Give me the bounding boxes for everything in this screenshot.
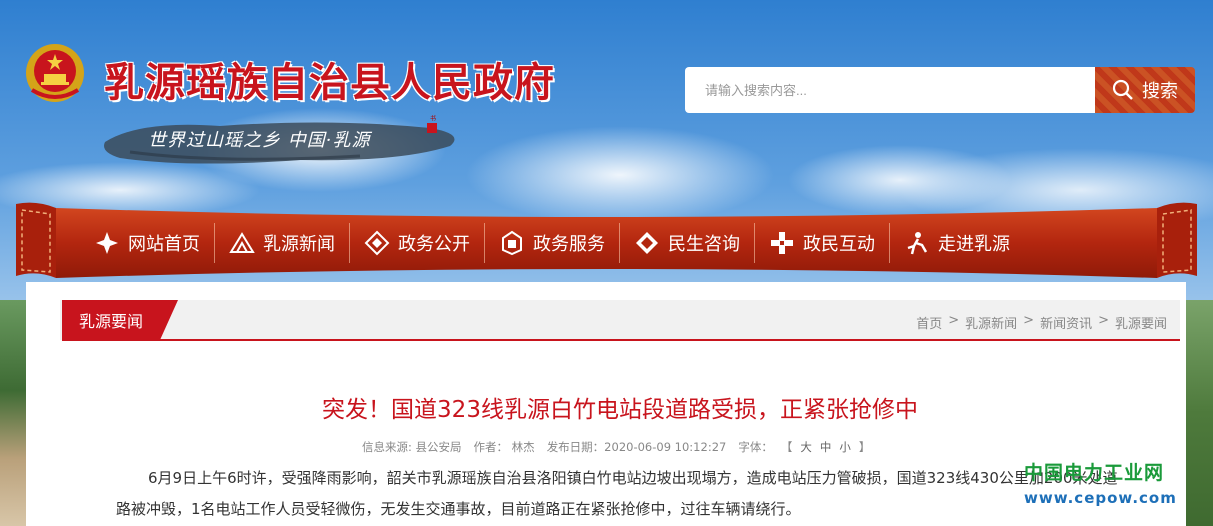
font-size-label: 字体： — [738, 440, 773, 454]
breadcrumb: 首页 > 乳源新闻 > 新闻资讯 > 乳源要闻 — [916, 313, 1167, 332]
slogan: 世界过山瑶之乡 中国·乳源 — [148, 130, 371, 151]
nav-item-gov-service[interactable]: 政务服务 — [485, 221, 619, 265]
nav-item-home[interactable]: 网站首页 — [80, 221, 214, 265]
article-meta: 信息来源: 县公安局 作者： 林杰 发布日期：2020-06-09 10:12:… — [362, 439, 870, 455]
article-title: 突发！国道323线乳源白竹电站段道路受损，正紧张抢修中 — [322, 397, 918, 423]
nav-item-gov-open[interactable]: 政务公开 — [350, 221, 484, 265]
seal-stamp: 书 — [424, 115, 440, 159]
breadcrumb-home[interactable]: 首页 — [916, 313, 942, 332]
article-date: 发布日期：2020-06-09 10:12:27 — [546, 440, 727, 454]
search-icon — [1112, 79, 1133, 100]
font-size-medium-button[interactable]: 中 — [820, 439, 832, 455]
breadcrumb-current[interactable]: 乳源要闻 — [1115, 313, 1167, 332]
section-tab-tail — [160, 300, 178, 340]
interact-pattern-icon — [771, 232, 793, 254]
font-size-small-button[interactable]: 小 — [839, 439, 851, 455]
nav-item-news[interactable]: 乳源新闻 — [215, 221, 349, 265]
search-button[interactable]: 搜索 — [1095, 67, 1195, 113]
nav-label: 乳源新闻 — [263, 234, 335, 255]
consult-pattern-icon — [636, 232, 658, 254]
watermark-name: 中国电力工业网 — [1024, 462, 1165, 484]
section-underline — [62, 339, 1180, 341]
nav-item-consult[interactable]: 民生咨询 — [620, 221, 754, 265]
nav-label: 网站首页 — [128, 234, 200, 255]
font-size-bracket-open: 【 — [780, 440, 793, 454]
nav-label: 政民互动 — [803, 234, 875, 255]
breadcrumb-info[interactable]: 新闻资讯 — [1040, 313, 1092, 332]
nav-label: 政务服务 — [533, 234, 605, 255]
nav-label: 政务公开 — [398, 234, 470, 255]
search-input[interactable] — [685, 67, 1095, 113]
section-tab[interactable]: 乳源要闻 — [62, 300, 160, 340]
main-nav: 网站首页 乳源新闻 政务公开 政务服务 民生咨询 政民互动 走进乳源 — [80, 216, 1140, 270]
article-author: 作者： 林杰 — [473, 440, 535, 454]
national-emblem-icon — [26, 44, 84, 102]
font-size-bracket-close: 】 — [858, 440, 871, 454]
explore-pattern-icon — [907, 232, 928, 255]
watermark-url: www.cepow.com — [1024, 489, 1177, 507]
nav-item-explore[interactable]: 走进乳源 — [890, 221, 1024, 265]
gov-pattern-icon — [364, 230, 390, 256]
nav-label: 民生咨询 — [668, 234, 740, 255]
font-size-control: 字体： 【 大 中 小 】 — [738, 439, 870, 455]
watermark: 中国电力工业网 www.cepow.com — [1024, 458, 1209, 518]
article-body: 6月9日上午6时许，受强降雨影响，韶关市乳源瑶族自治县洛阳镇白竹电站边坡出现塌方… — [116, 469, 1118, 518]
breadcrumb-news[interactable]: 乳源新闻 — [965, 313, 1017, 332]
nav-item-interact[interactable]: 政民互动 — [755, 221, 889, 265]
font-size-large-button[interactable]: 大 — [800, 439, 812, 455]
article-source: 信息来源: 县公安局 — [362, 440, 462, 454]
news-pattern-icon — [229, 232, 255, 253]
breadcrumb-separator: > — [948, 313, 960, 328]
breadcrumb-separator: > — [1098, 313, 1109, 328]
home-pattern-icon — [96, 232, 118, 254]
site-title[interactable]: 乳源瑶族自治县人民政府 — [104, 50, 555, 108]
breadcrumb-separator: > — [1023, 313, 1035, 328]
service-pattern-icon — [502, 230, 522, 256]
search-button-label: 搜索 — [1142, 81, 1178, 102]
nav-label: 走进乳源 — [938, 234, 1010, 255]
